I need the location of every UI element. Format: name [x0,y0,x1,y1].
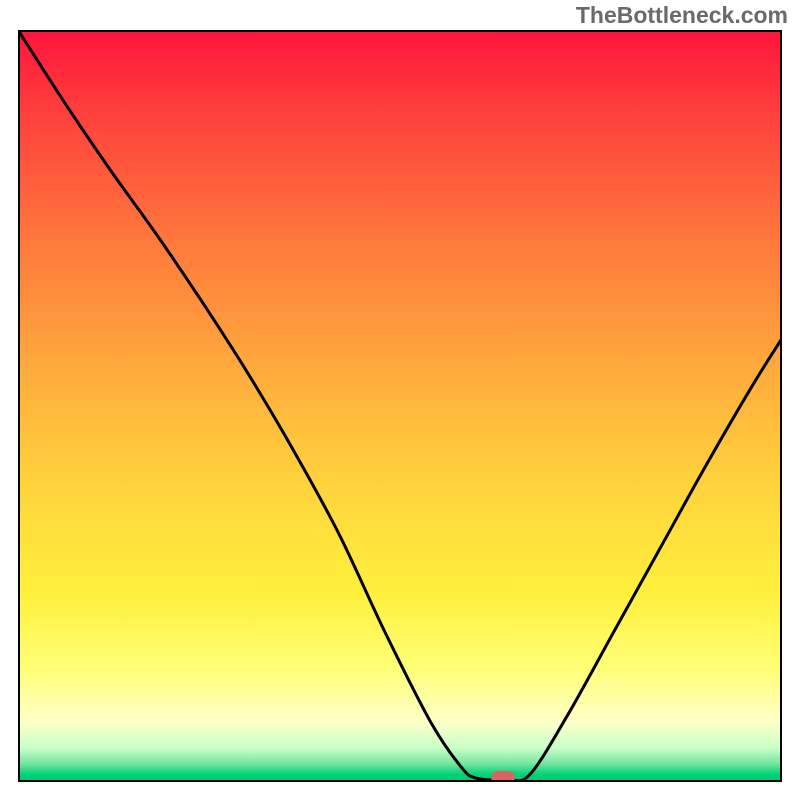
gradient-background [18,30,782,782]
chart-container: TheBottleneck.com [0,0,800,800]
watermark-label: TheBottleneck.com [576,2,788,29]
plot-area [18,30,782,782]
chart-svg [18,30,782,782]
